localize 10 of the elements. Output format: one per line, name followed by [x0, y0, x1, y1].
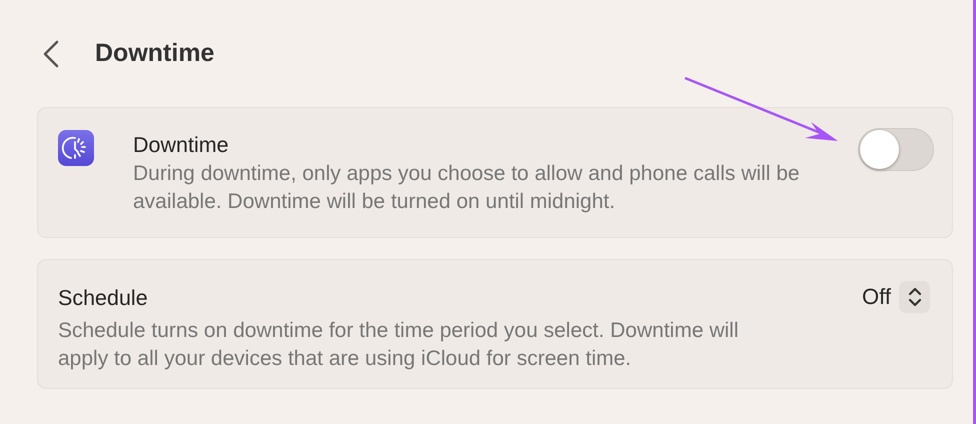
clock-icon: [58, 130, 94, 166]
setting-title: Schedule: [58, 284, 148, 312]
toggle-switch[interactable]: [858, 128, 934, 171]
stepper-button[interactable]: [899, 280, 930, 312]
setting-description: During downtime, only apps you choose to allow and phone calls will be available. Downtime will be turned on until midnight.: [133, 161, 801, 215]
page-title: Downtime: [95, 38, 214, 70]
chevron-up-down-icon: [908, 286, 922, 306]
setting-description: Schedule turns on downtime for the time period you select. Downtime will apply to all your devices that are using iCloud for screen time.: [58, 318, 740, 372]
setting-title: Downtime: [133, 132, 230, 159]
schedule-value: Off: [862, 283, 891, 311]
